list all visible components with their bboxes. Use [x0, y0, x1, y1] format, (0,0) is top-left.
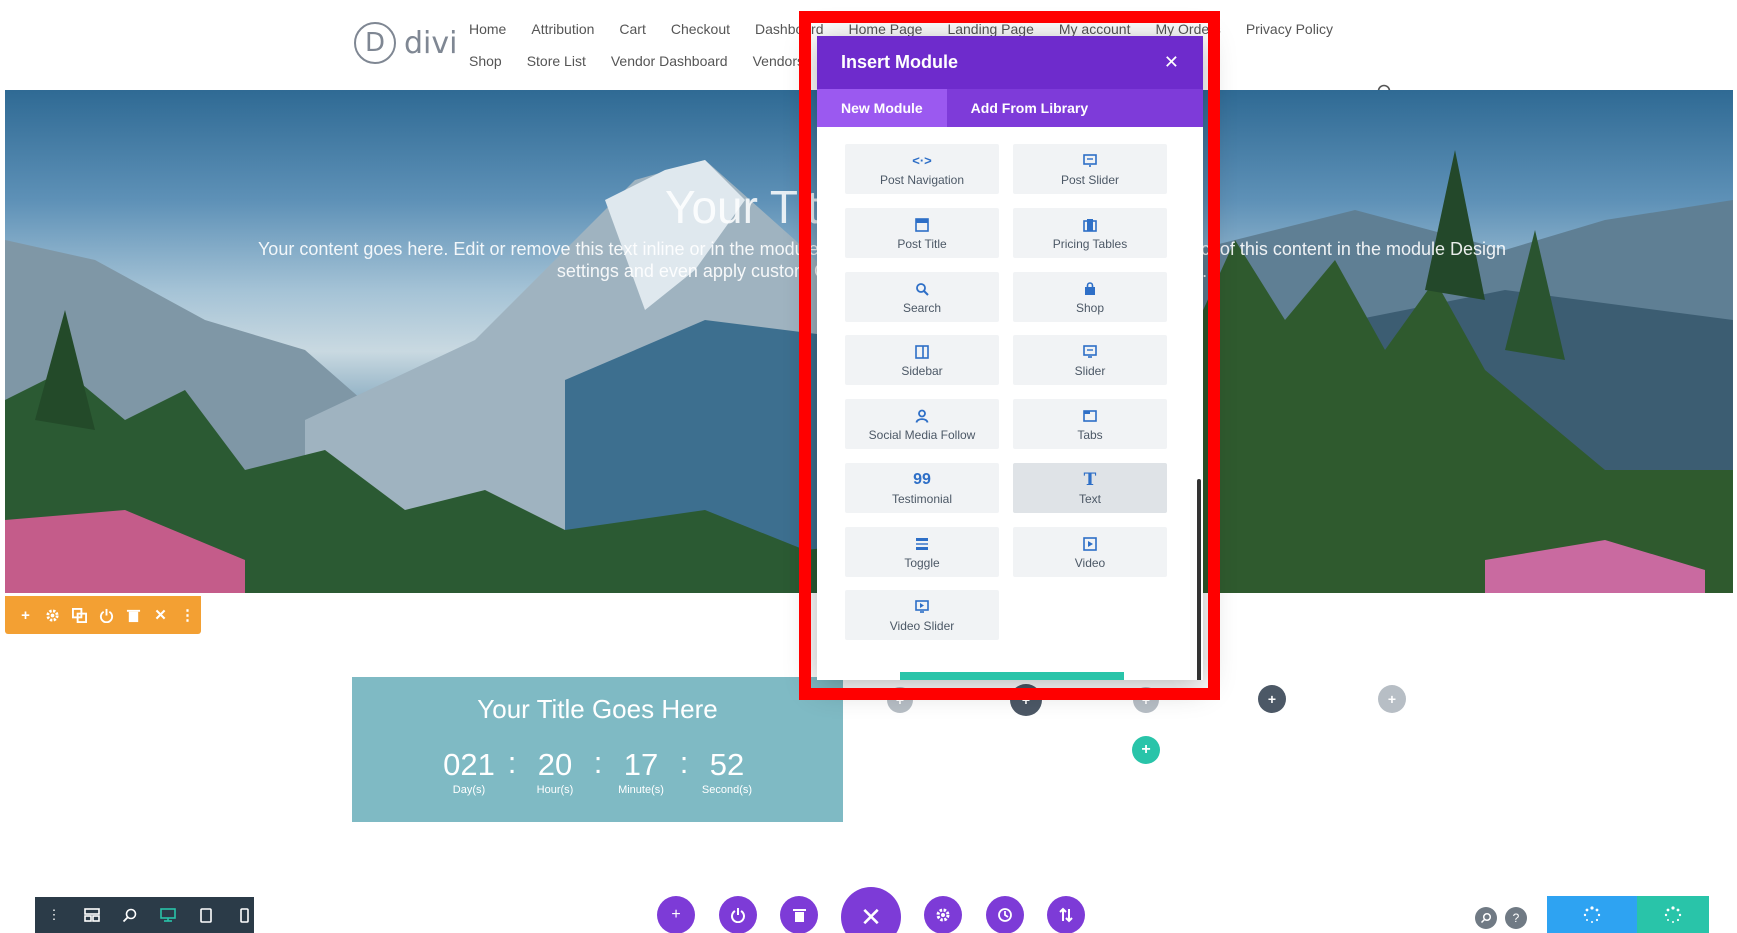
- history-icon[interactable]: [986, 896, 1024, 933]
- countdown-timer-module[interactable]: Your Title Goes Here 021 Day(s) : 20 Hou…: [352, 677, 843, 822]
- gear-icon[interactable]: [44, 607, 61, 624]
- nav-vendor-dashboard[interactable]: Vendor Dashboard: [611, 53, 728, 69]
- highlight-annotation-frame: [799, 11, 1220, 700]
- search-icon[interactable]: [1475, 907, 1497, 929]
- countdown-seconds: 52 Second(s): [692, 747, 762, 797]
- publish-button[interactable]: [1637, 896, 1709, 933]
- countdown-title: Your Title Goes Here: [477, 694, 718, 724]
- nav-checkout[interactable]: Checkout: [671, 21, 730, 37]
- add-icon[interactable]: +: [657, 896, 695, 933]
- power-icon[interactable]: [98, 607, 115, 624]
- countdown-separator: :: [593, 745, 603, 780]
- desktop-view-icon[interactable]: [159, 906, 177, 924]
- countdown-hours-value: 20: [537, 747, 573, 782]
- primary-nav-row-2: Shop Store List Vendor Dashboard Vendors: [469, 53, 829, 69]
- trash-icon[interactable]: [780, 896, 818, 933]
- countdown-days-value: 021: [443, 747, 495, 782]
- add-column-button[interactable]: +: [1258, 685, 1286, 713]
- more-icon[interactable]: ⋮: [45, 906, 63, 924]
- loading-spinner-icon: [1664, 905, 1682, 923]
- phone-view-icon[interactable]: [235, 906, 253, 924]
- countdown-minutes-value: 17: [623, 747, 659, 782]
- portability-icon[interactable]: [719, 896, 757, 933]
- logo-wordmark: divi: [404, 25, 458, 61]
- nav-vendors[interactable]: Vendors: [753, 53, 804, 69]
- countdown-minutes: 17 Minute(s): [606, 747, 676, 797]
- countdown-units: 021 Day(s) : 20 Hour(s) : 17 Minute(s) :…: [434, 745, 762, 797]
- countdown-hours: 20 Hour(s): [520, 747, 590, 797]
- gear-icon[interactable]: [924, 896, 962, 933]
- countdown-separator: :: [507, 745, 517, 780]
- duplicate-icon[interactable]: [71, 607, 88, 624]
- logo-mark: D: [354, 22, 396, 64]
- help-icon[interactable]: ?: [1505, 907, 1527, 929]
- trash-icon[interactable]: [125, 607, 142, 624]
- nav-store-list[interactable]: Store List: [527, 53, 586, 69]
- nav-cart[interactable]: Cart: [619, 21, 645, 37]
- sort-icon[interactable]: [1047, 896, 1085, 933]
- more-icon[interactable]: ⋮: [179, 607, 196, 624]
- wireframe-icon[interactable]: [83, 906, 101, 924]
- add-column-button[interactable]: +: [1378, 685, 1406, 713]
- countdown-days-label: Day(s): [452, 784, 486, 796]
- countdown-seconds-value: 52: [709, 747, 745, 782]
- nav-privacy-policy[interactable]: Privacy Policy: [1246, 21, 1333, 37]
- loading-spinner-icon: [1583, 905, 1601, 923]
- tablet-view-icon[interactable]: [197, 906, 215, 924]
- nav-attribution[interactable]: Attribution: [531, 21, 594, 37]
- countdown-seconds-label: Second(s): [701, 784, 753, 796]
- divi-logo[interactable]: D divi: [354, 22, 457, 64]
- add-row-button[interactable]: +: [1132, 736, 1160, 764]
- add-icon[interactable]: +: [17, 607, 34, 624]
- row-settings-toolbar: + ✕ ⋮: [5, 596, 201, 634]
- builder-page-settings-bar: ⋮: [35, 897, 254, 933]
- nav-home[interactable]: Home: [469, 21, 506, 37]
- countdown-days: 021 Day(s): [434, 747, 504, 797]
- save-draft-button[interactable]: [1547, 896, 1637, 933]
- nav-shop[interactable]: Shop: [469, 53, 502, 69]
- countdown-minutes-label: Minute(s): [618, 784, 664, 796]
- countdown-separator: :: [679, 745, 689, 780]
- zoom-icon[interactable]: [121, 906, 139, 924]
- close-builder-icon[interactable]: ✕: [841, 887, 901, 933]
- page: D divi Home Attribution Cart Checkout Da…: [0, 0, 1737, 933]
- countdown-hours-label: Hour(s): [536, 784, 574, 796]
- close-icon[interactable]: ✕: [152, 607, 169, 624]
